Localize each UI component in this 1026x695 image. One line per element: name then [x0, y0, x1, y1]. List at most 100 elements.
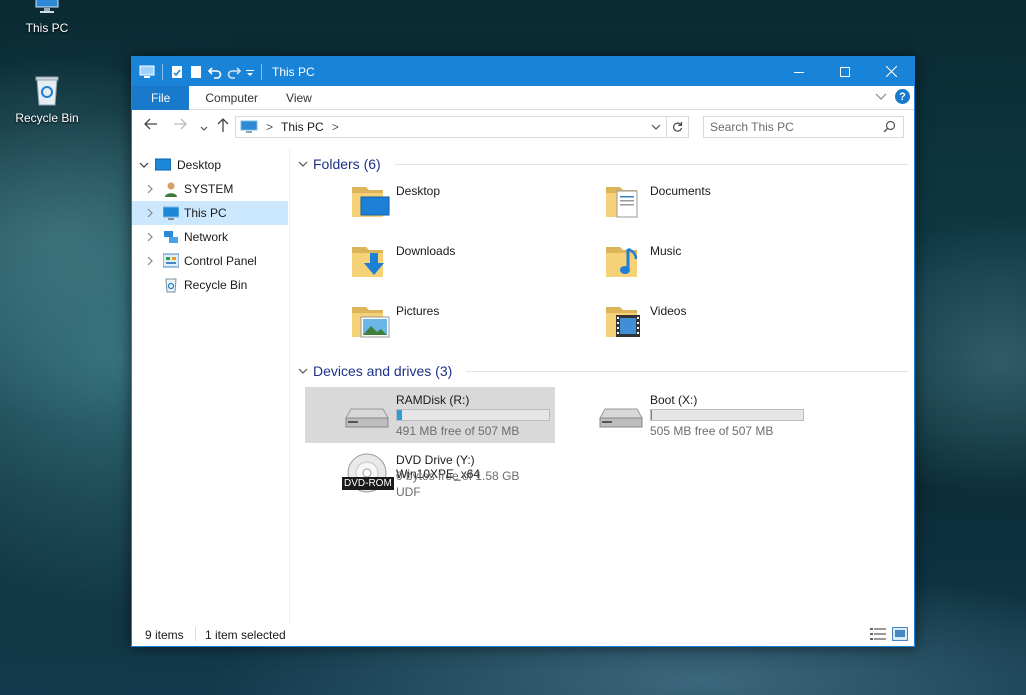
undo-icon[interactable]: [208, 65, 222, 79]
tree-item-control-panel[interactable]: Control Panel: [132, 249, 288, 273]
folder-item-downloads[interactable]: Downloads: [350, 239, 550, 291]
folder-item-pictures[interactable]: Pictures: [350, 299, 550, 351]
recycle-bin-icon: [35, 76, 59, 106]
view-switcher: [870, 627, 908, 641]
toolbar-separator: [261, 63, 262, 80]
desktop-icon: [155, 158, 171, 171]
chevron-right-icon[interactable]: [145, 184, 155, 194]
status-bar: 9 items 1 item selected: [132, 622, 914, 646]
desktop-icon-label: This PC: [25, 21, 69, 35]
folder-name: Music: [650, 244, 682, 258]
navigation-bar: > This PC > Search This PC: [132, 110, 914, 142]
drive-item-dvd[interactable]: DVD-ROM DVD Drive (Y:) Win10XPE_x64 0 by…: [305, 447, 555, 507]
desktop-icon-recycle-bin[interactable]: Recycle Bin: [7, 76, 87, 125]
drive-usage-bar: [396, 409, 550, 421]
this-pc-icon: [35, 0, 59, 13]
forward-arrow-icon: [174, 118, 187, 130]
tree-item-label: This PC: [184, 206, 227, 220]
drive-item-ramdisk[interactable]: RAMDisk (R:) 491 MB free of 507 MB: [305, 387, 555, 443]
status-divider: [195, 627, 196, 641]
desktop-icon-this-pc[interactable]: This PC: [7, 0, 87, 35]
drive-name: RAMDisk (R:): [396, 393, 470, 407]
tree-item-this-pc[interactable]: This PC: [132, 201, 288, 225]
new-folder-icon[interactable]: [189, 65, 203, 79]
close-button[interactable]: [868, 57, 914, 86]
folder-name: Downloads: [396, 244, 456, 258]
drives-group-header[interactable]: Devices and drives (3): [298, 360, 908, 382]
title-bar[interactable]: This PC: [132, 57, 914, 86]
pictures-folder-icon: [352, 307, 390, 338]
close-icon: [885, 66, 897, 77]
folder-item-documents[interactable]: Documents: [604, 179, 804, 231]
chevron-down-icon[interactable]: [139, 160, 149, 170]
search-icon: [883, 120, 896, 133]
explorer-window: This PC File Computer View ? > This PC >…: [131, 56, 915, 647]
address-bar[interactable]: > This PC >: [235, 116, 689, 138]
details-view-icon[interactable]: [870, 627, 886, 641]
drive-item-boot[interactable]: Boot (X:) 505 MB free of 507 MB: [559, 387, 809, 443]
chevron-down-icon: [200, 126, 208, 131]
music-folder-icon: [606, 247, 638, 277]
minimize-button[interactable]: [776, 57, 822, 86]
tree-item-label: Control Panel: [184, 254, 257, 268]
chevron-down-icon: [651, 124, 661, 130]
tree-item-recycle-bin[interactable]: Recycle Bin: [132, 273, 288, 297]
breadcrumb[interactable]: This PC: [281, 120, 324, 134]
redo-icon[interactable]: [227, 65, 241, 79]
toolbar-separator: [162, 63, 163, 80]
search-input[interactable]: Search This PC: [703, 116, 904, 138]
large-icons-view-icon[interactable]: [892, 627, 908, 641]
user-icon: [165, 182, 177, 197]
recycle-bin-icon: [165, 278, 177, 293]
chevron-down-icon: [298, 161, 308, 167]
tree-item-system[interactable]: SYSTEM: [132, 177, 288, 201]
folder-item-videos[interactable]: Videos: [604, 299, 804, 351]
properties-icon[interactable]: [170, 65, 184, 79]
maximize-icon: [840, 66, 850, 77]
chevron-right-icon[interactable]: [145, 256, 155, 266]
tree-item-label: Network: [184, 230, 229, 244]
folders-group-header[interactable]: Folders (6): [298, 153, 908, 175]
folder-name: Desktop: [396, 184, 441, 198]
group-divider: [466, 371, 908, 372]
tree-item-desktop[interactable]: Desktop: [132, 153, 288, 177]
breadcrumb-separator[interactable]: >: [332, 120, 339, 134]
content-pane: Folders (6) Desktop Documents Downloads …: [291, 149, 914, 623]
folder-name: Pictures: [396, 304, 440, 318]
minimize-icon: [794, 71, 804, 73]
up-button[interactable]: [217, 118, 229, 135]
drive-usage-fill: [651, 410, 652, 420]
this-pc-icon: [240, 120, 258, 133]
chevron-right-icon[interactable]: [145, 208, 155, 218]
folder-item-desktop[interactable]: Desktop: [350, 179, 550, 231]
tab-computer[interactable]: Computer: [191, 86, 272, 110]
up-arrow-icon: [217, 118, 229, 132]
maximize-button[interactable]: [822, 57, 868, 86]
recent-locations-button[interactable]: [200, 120, 208, 135]
address-dropdown-button[interactable]: [648, 117, 664, 137]
folder-item-music[interactable]: Music: [604, 239, 804, 291]
status-item-count: 9 items: [145, 628, 184, 642]
this-pc-icon: [139, 65, 155, 78]
documents-folder-icon: [606, 187, 638, 218]
breadcrumb-separator[interactable]: >: [266, 120, 273, 134]
folder-name: Documents: [650, 184, 711, 198]
this-pc-icon: [163, 206, 179, 220]
customize-toolbar-icon[interactable]: [246, 65, 254, 79]
drive-usage-bar: [650, 409, 804, 421]
group-title: Devices and drives (3): [313, 363, 453, 379]
ribbon-right-controls: ?: [875, 89, 910, 104]
help-icon[interactable]: ?: [895, 89, 910, 104]
refresh-button[interactable]: [666, 117, 688, 137]
chevron-right-icon[interactable]: [145, 232, 155, 242]
tab-file[interactable]: File: [132, 85, 190, 110]
drive-free-space: 0 bytes free of 1.58 GB: [396, 469, 520, 483]
refresh-icon: [673, 122, 683, 132]
tree-item-network[interactable]: Network: [132, 225, 288, 249]
forward-button[interactable]: [173, 118, 187, 133]
back-button[interactable]: [144, 118, 158, 133]
network-icon: [164, 231, 178, 243]
tab-view[interactable]: View: [272, 86, 326, 110]
hard-drive-icon: [599, 408, 643, 428]
expand-ribbon-icon[interactable]: [875, 93, 887, 101]
